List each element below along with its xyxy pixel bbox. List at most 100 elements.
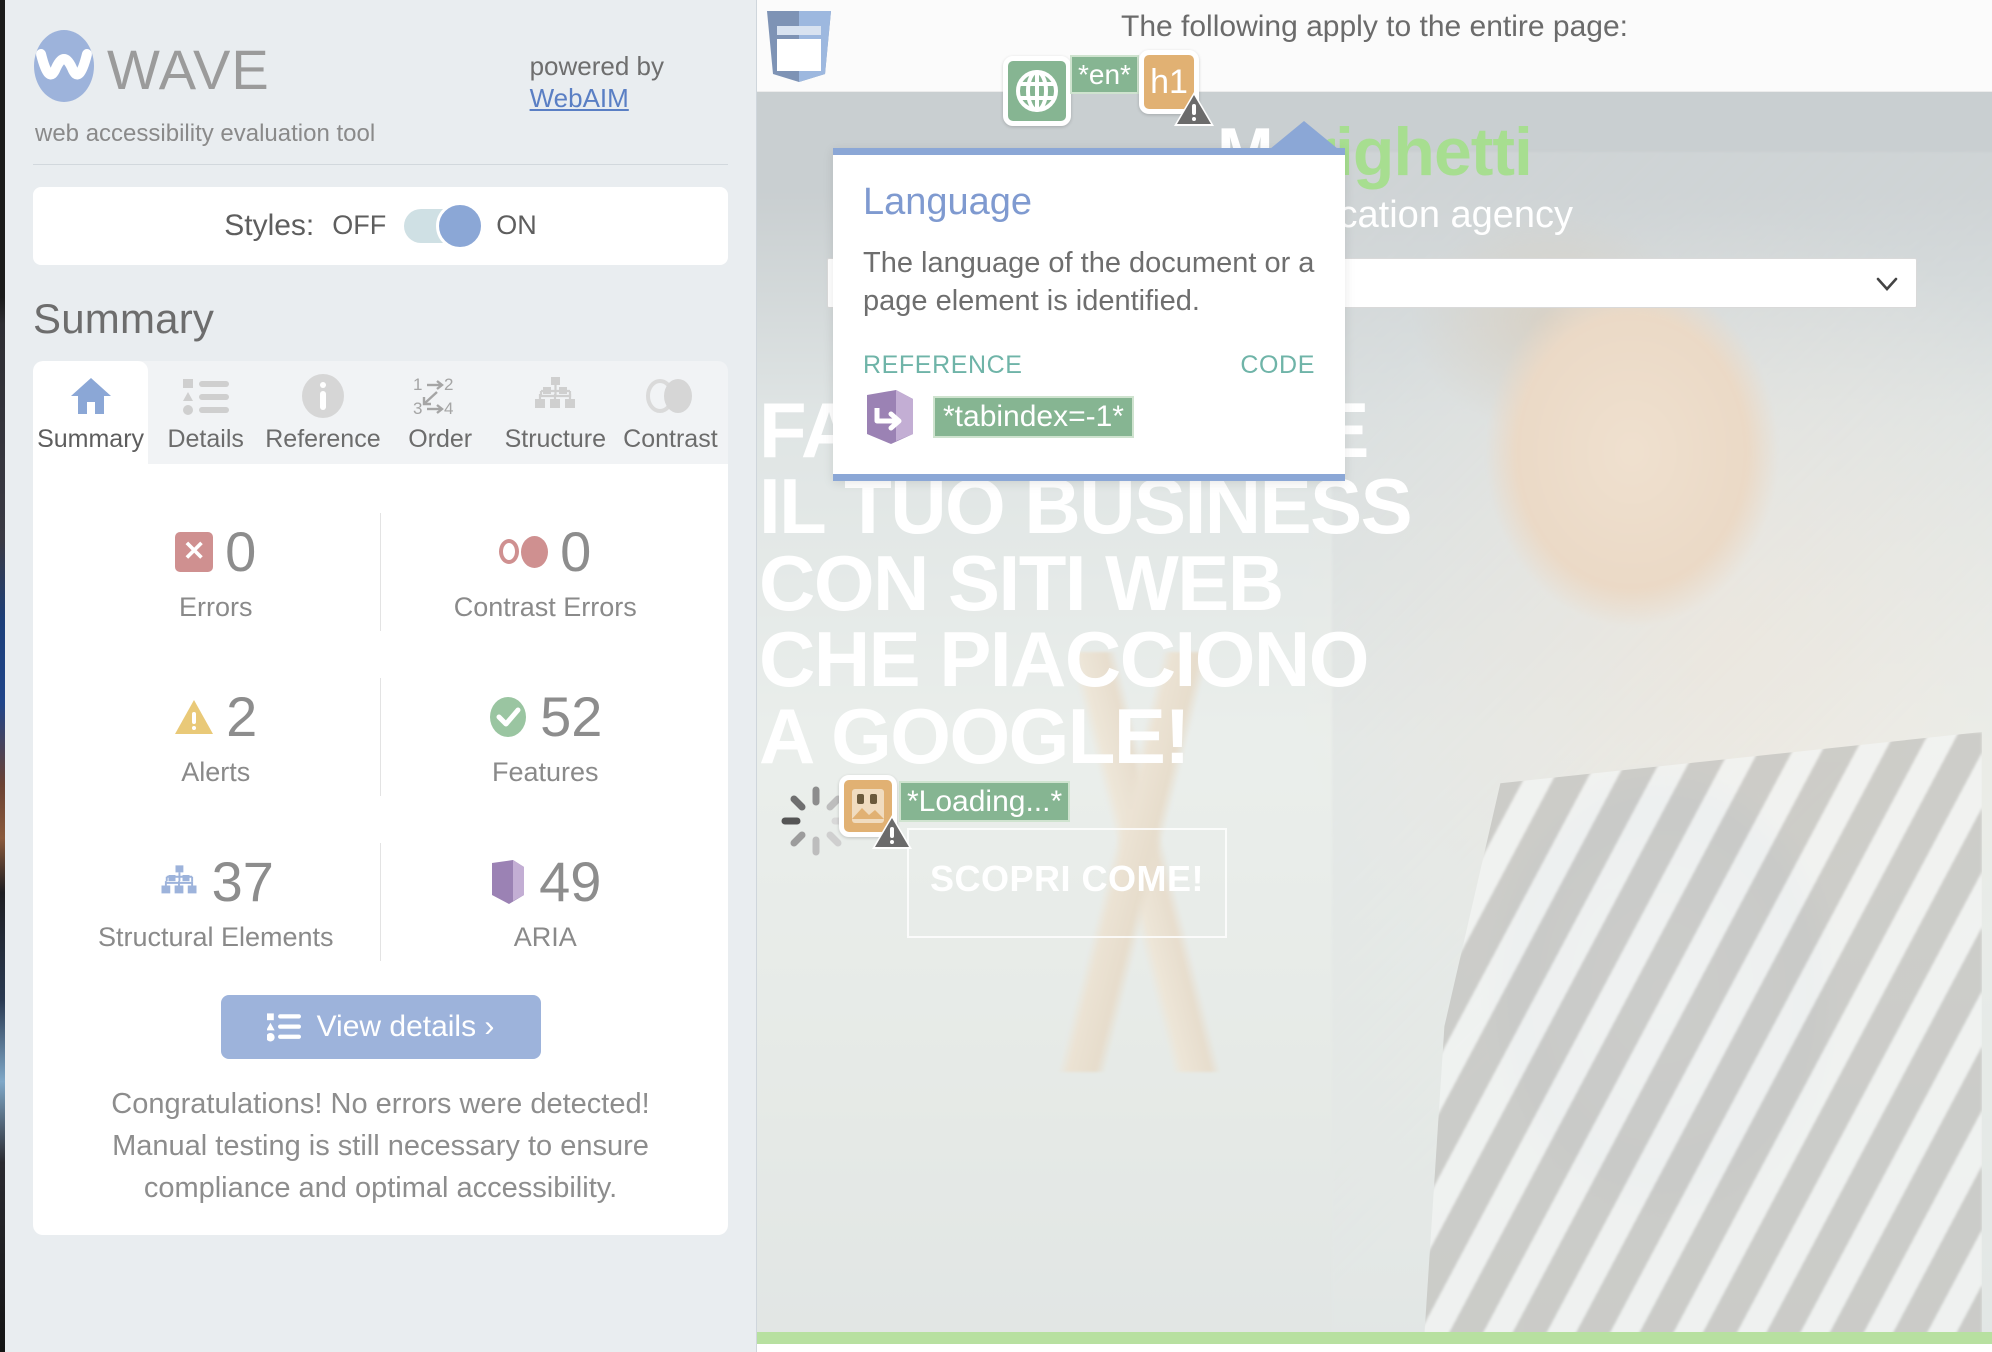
- svg-text:3: 3: [413, 399, 422, 418]
- wave-tagline: web accessibility evaluation tool: [35, 119, 376, 147]
- stat-features-value: 52: [540, 684, 603, 748]
- brand-divider: [33, 163, 728, 165]
- stat-errors-value: 0: [225, 519, 257, 583]
- marker-h1[interactable]: h1: [1139, 50, 1214, 126]
- image-alt-tag-text: *Loading...*: [899, 781, 1071, 822]
- stat-errors-top: ✕ 0: [57, 519, 375, 583]
- contrast-icon: [615, 373, 726, 419]
- tab-details[interactable]: Details: [148, 361, 263, 464]
- tab-contrast-label: Contrast: [623, 424, 718, 453]
- tab-summary-label: Summary: [37, 424, 145, 453]
- screenshot-root: WAVE powered by WebAIM web accessibility…: [0, 0, 1992, 1352]
- svg-text:4: 4: [444, 399, 453, 418]
- feature-check-icon: [490, 696, 527, 737]
- globe-icon[interactable]: [1003, 56, 1071, 126]
- image-icon[interactable]: [839, 775, 912, 849]
- contrast-circles-icon: [499, 535, 549, 568]
- styles-on-label: ON: [496, 210, 537, 240]
- marker-language-tag: *en*: [1070, 55, 1139, 94]
- wave-logo-group: WAVE: [33, 28, 270, 104]
- summary-panel: ✕ 0 Errors 0 Contrast Errors 2 Alerts 52…: [33, 463, 728, 1235]
- tab-summary[interactable]: Summary: [33, 360, 149, 464]
- styles-toggle-card: Styles: OFF ON: [33, 186, 728, 265]
- stat-structural-elements-value: 37: [211, 849, 274, 913]
- powered-by-label: powered by: [529, 51, 664, 81]
- alert-triangle-icon: [175, 699, 214, 734]
- view-details-button[interactable]: View details ›: [220, 994, 541, 1059]
- stat-contrast-errors-top: 0: [387, 519, 705, 583]
- tooltip-code-value: *tabindex=-1*: [933, 395, 1134, 438]
- stat-contrast-errors: 0 Contrast Errors: [381, 490, 711, 655]
- tab-structure-label: Structure: [504, 424, 607, 453]
- tabindex-cube-icon: [867, 389, 913, 444]
- tooltip-code-row: *tabindex=-1*: [863, 388, 1315, 446]
- wave-sidebar: WAVE powered by WebAIM web accessibility…: [5, 0, 757, 1352]
- structure-tree-icon: [161, 864, 197, 893]
- tab-contrast[interactable]: Contrast: [613, 361, 728, 464]
- wave-wordmark: WAVE: [107, 38, 270, 101]
- svg-text:2: 2: [444, 375, 453, 394]
- summary-stat-grid: ✕ 0 Errors 0 Contrast Errors 2 Alerts 52…: [51, 490, 710, 985]
- stat-aria-value: 49: [539, 849, 602, 913]
- svg-text:1: 1: [413, 375, 422, 394]
- tooltip-title: Language: [863, 181, 1033, 223]
- warning-triangle-icon: [1174, 92, 1214, 126]
- tab-details-label: Details: [167, 424, 244, 453]
- stat-contrast-errors-value: 0: [560, 519, 592, 583]
- stat-features: 52 Features: [381, 655, 711, 820]
- tooltip-code-link[interactable]: CODE: [1240, 351, 1315, 380]
- h1-icon[interactable]: h1: [1139, 50, 1214, 126]
- tab-order-label: Order: [408, 424, 473, 453]
- tooltip-links: REFERENCE CODE: [863, 351, 1315, 380]
- tooltip-description: The language of the document or a page e…: [863, 247, 1315, 318]
- stat-errors: ✕ 0 Errors: [51, 490, 381, 655]
- language-tag-text: *en*: [1070, 55, 1139, 94]
- list-icon: [266, 1012, 301, 1041]
- marker-image-alt-tag: *Loading...*: [899, 781, 1071, 822]
- headline-line-5: A GOOGLE!: [759, 691, 1190, 780]
- aria-cube-icon: [492, 859, 525, 904]
- wave-logo-icon: [34, 30, 94, 102]
- cta-button[interactable]: SCOPRI COME!: [907, 828, 1227, 938]
- stat-aria: 49 ARIA: [381, 820, 711, 985]
- stat-alerts-value: 2: [226, 684, 258, 748]
- webaim-link[interactable]: WebAIM: [530, 83, 664, 114]
- styles-toggle-switch[interactable]: [404, 201, 485, 250]
- stat-features-label: Features: [491, 756, 599, 787]
- stat-aria-label: ARIA: [513, 921, 577, 952]
- styles-label: Styles:: [224, 208, 315, 242]
- home-icon: [35, 373, 146, 419]
- tab-order[interactable]: 1 2 3 4 Order: [383, 361, 498, 464]
- marker-image-alt[interactable]: [839, 775, 912, 849]
- page-title: Summary: [33, 294, 215, 342]
- page-topbar: The following apply to the entire page:: [757, 0, 1992, 92]
- error-x-icon: ✕: [175, 531, 214, 572]
- cta-label: SCOPRI COME!: [929, 858, 1204, 899]
- order-icon: 1 2 3 4: [385, 373, 496, 419]
- tooltip-panel: Language The language of the document or…: [833, 148, 1345, 481]
- info-icon: [265, 373, 380, 419]
- stat-structural-elements-top: 37: [57, 849, 375, 913]
- list-icon: [150, 373, 261, 419]
- tab-reference-label: Reference: [265, 424, 381, 453]
- view-details-label: View details ›: [316, 1009, 495, 1043]
- structure-icon: [500, 373, 611, 419]
- toggle-knob[interactable]: [436, 201, 485, 250]
- tab-reference[interactable]: Reference: [263, 361, 382, 464]
- marker-language[interactable]: [1003, 56, 1071, 126]
- tab-structure[interactable]: Structure: [498, 361, 613, 464]
- wave-tooltip: Language The language of the document or…: [833, 121, 1345, 481]
- page-scope-text: The following apply to the entire page:: [1121, 10, 1628, 43]
- congratulations-message: Congratulations! No errors were detected…: [111, 1087, 650, 1204]
- stat-errors-label: Errors: [179, 591, 253, 622]
- powered-by-group: powered by WebAIM: [530, 28, 728, 114]
- styles-off-label: OFF: [332, 210, 387, 240]
- stat-structural-elements: 37 Structural Elements: [51, 820, 381, 985]
- tooltip-reference-link[interactable]: REFERENCE: [863, 351, 1023, 380]
- tooltip-arrow: [1270, 121, 1338, 149]
- headline-line-4: CHE PIACCIONO: [759, 615, 1369, 704]
- stat-contrast-errors-label: Contrast Errors: [453, 591, 637, 622]
- headline-line-3: CON SITI WEB: [759, 538, 1284, 627]
- window-edge-sliver: [0, 0, 5, 1352]
- page-bottom-strip: [757, 1332, 1992, 1344]
